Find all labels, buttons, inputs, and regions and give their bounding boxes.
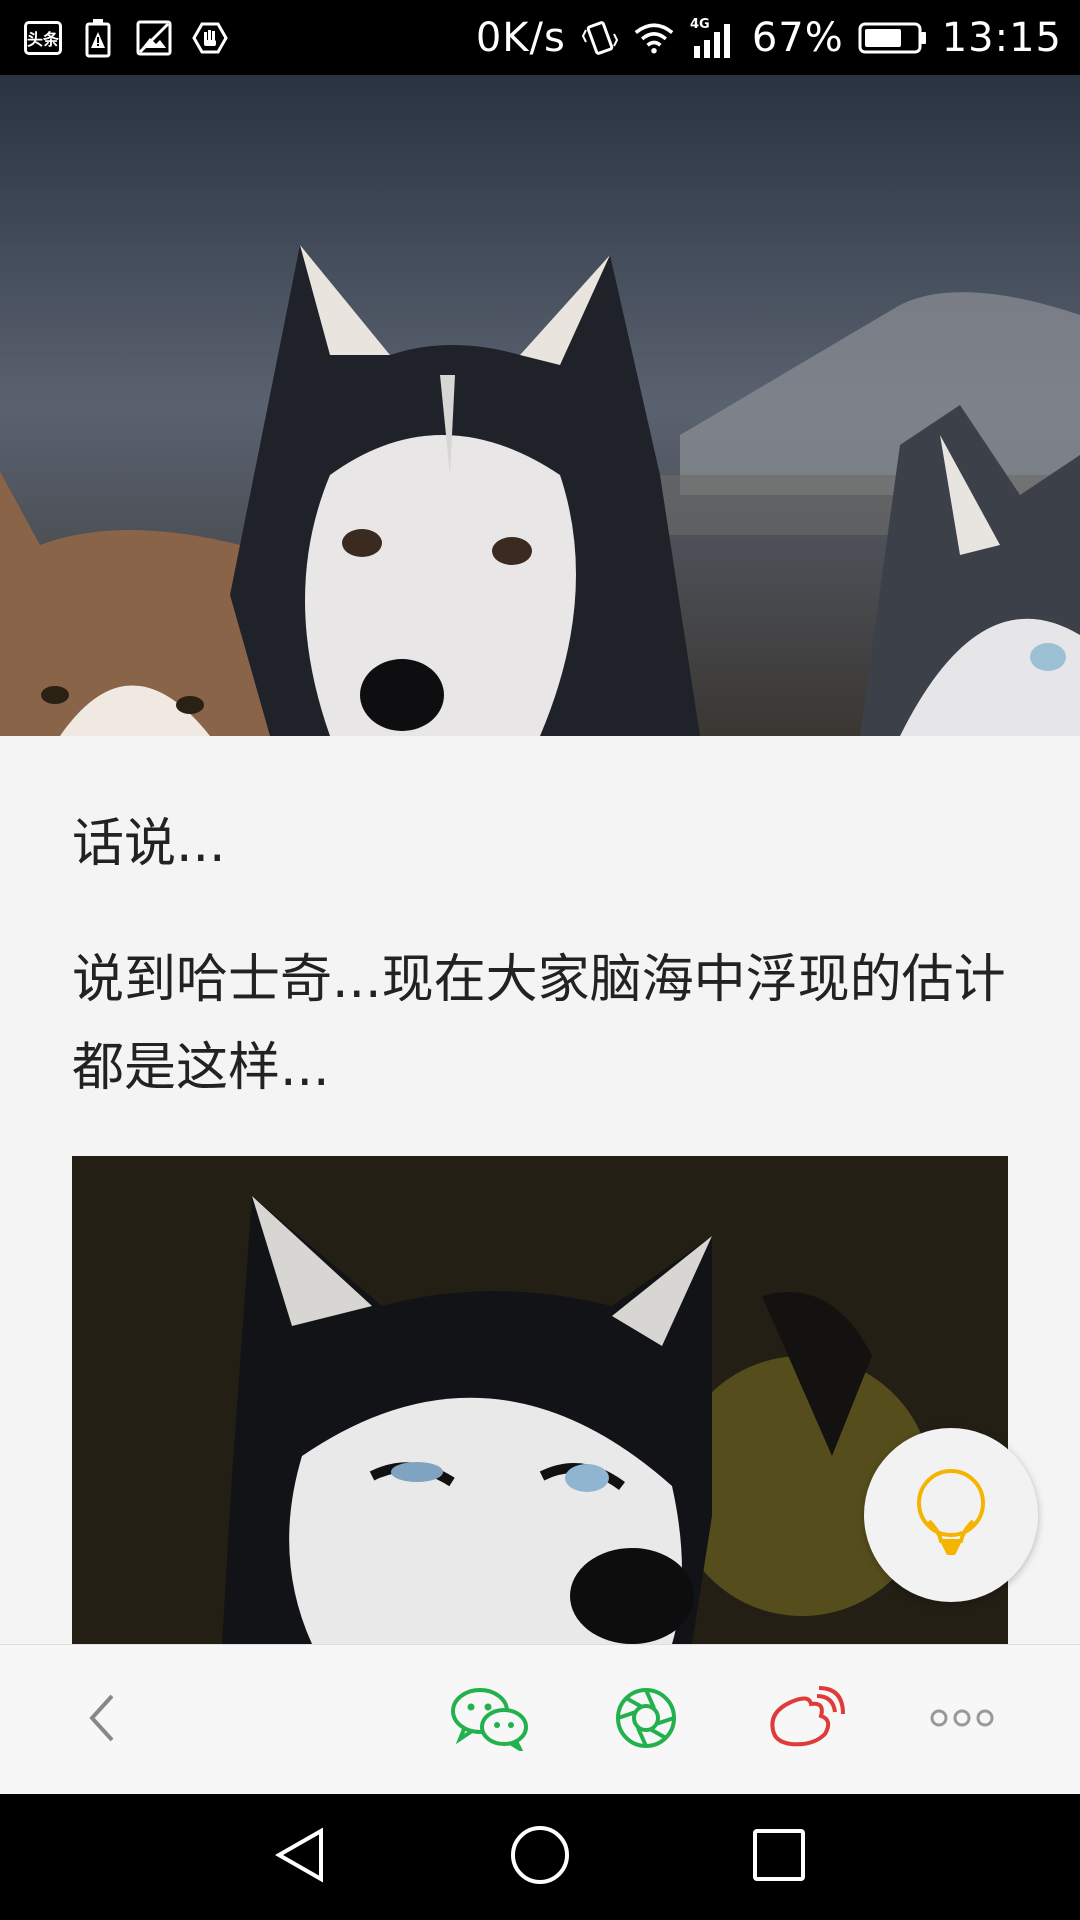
hero-image — [0, 75, 1080, 736]
status-bar: 头条 0K/s 4G 67% 13:15 — [0, 0, 1080, 75]
battery-percent: 67% — [751, 14, 844, 61]
nav-home-icon — [508, 1823, 572, 1891]
toutiao-icon: 头条 — [24, 21, 62, 55]
weibo-icon — [765, 1686, 845, 1754]
nav-recents-icon — [751, 1827, 807, 1887]
lightbulb-icon — [911, 1465, 991, 1565]
share-weibo-button[interactable] — [760, 1645, 850, 1795]
more-button[interactable] — [920, 1645, 1004, 1795]
vibrate-icon — [580, 18, 620, 58]
share-moments-button[interactable] — [604, 1645, 688, 1795]
network-speed: 0K/s — [475, 14, 566, 61]
bottom-toolbar — [0, 1644, 1080, 1795]
system-status: 0K/s 4G 67% 13:15 — [476, 0, 1062, 75]
notification-icons: 头条 — [24, 14, 230, 62]
battery-warning-icon — [78, 18, 118, 58]
tips-button[interactable] — [864, 1428, 1038, 1602]
more-icon — [929, 1708, 995, 1732]
back-button[interactable] — [62, 1645, 142, 1795]
wifi-icon — [634, 18, 674, 58]
battery-icon — [858, 18, 928, 58]
signal-icon: 4G — [688, 17, 738, 58]
article-image[interactable] — [72, 1156, 1008, 1644]
wechat-icon — [450, 1685, 530, 1755]
nav-back-button[interactable] — [238, 1794, 364, 1920]
article-paragraph: 说到哈士奇...现在大家脑海中浮现的估计都是这样... — [72, 950, 1006, 1098]
navigation-bar — [0, 1794, 1080, 1920]
image-icon — [134, 18, 174, 58]
clock: 13:15 — [941, 14, 1062, 61]
nav-recents-button[interactable] — [716, 1794, 842, 1920]
nav-back-icon — [271, 1825, 331, 1889]
back-icon — [82, 1688, 122, 1752]
svg-text:4G: 4G — [690, 17, 710, 32]
article-paragraph: 话说... — [72, 814, 226, 874]
nav-home-button[interactable] — [477, 1794, 603, 1920]
hand-icon — [190, 18, 230, 58]
moments-icon — [614, 1686, 678, 1754]
share-wechat-button[interactable] — [448, 1645, 532, 1795]
